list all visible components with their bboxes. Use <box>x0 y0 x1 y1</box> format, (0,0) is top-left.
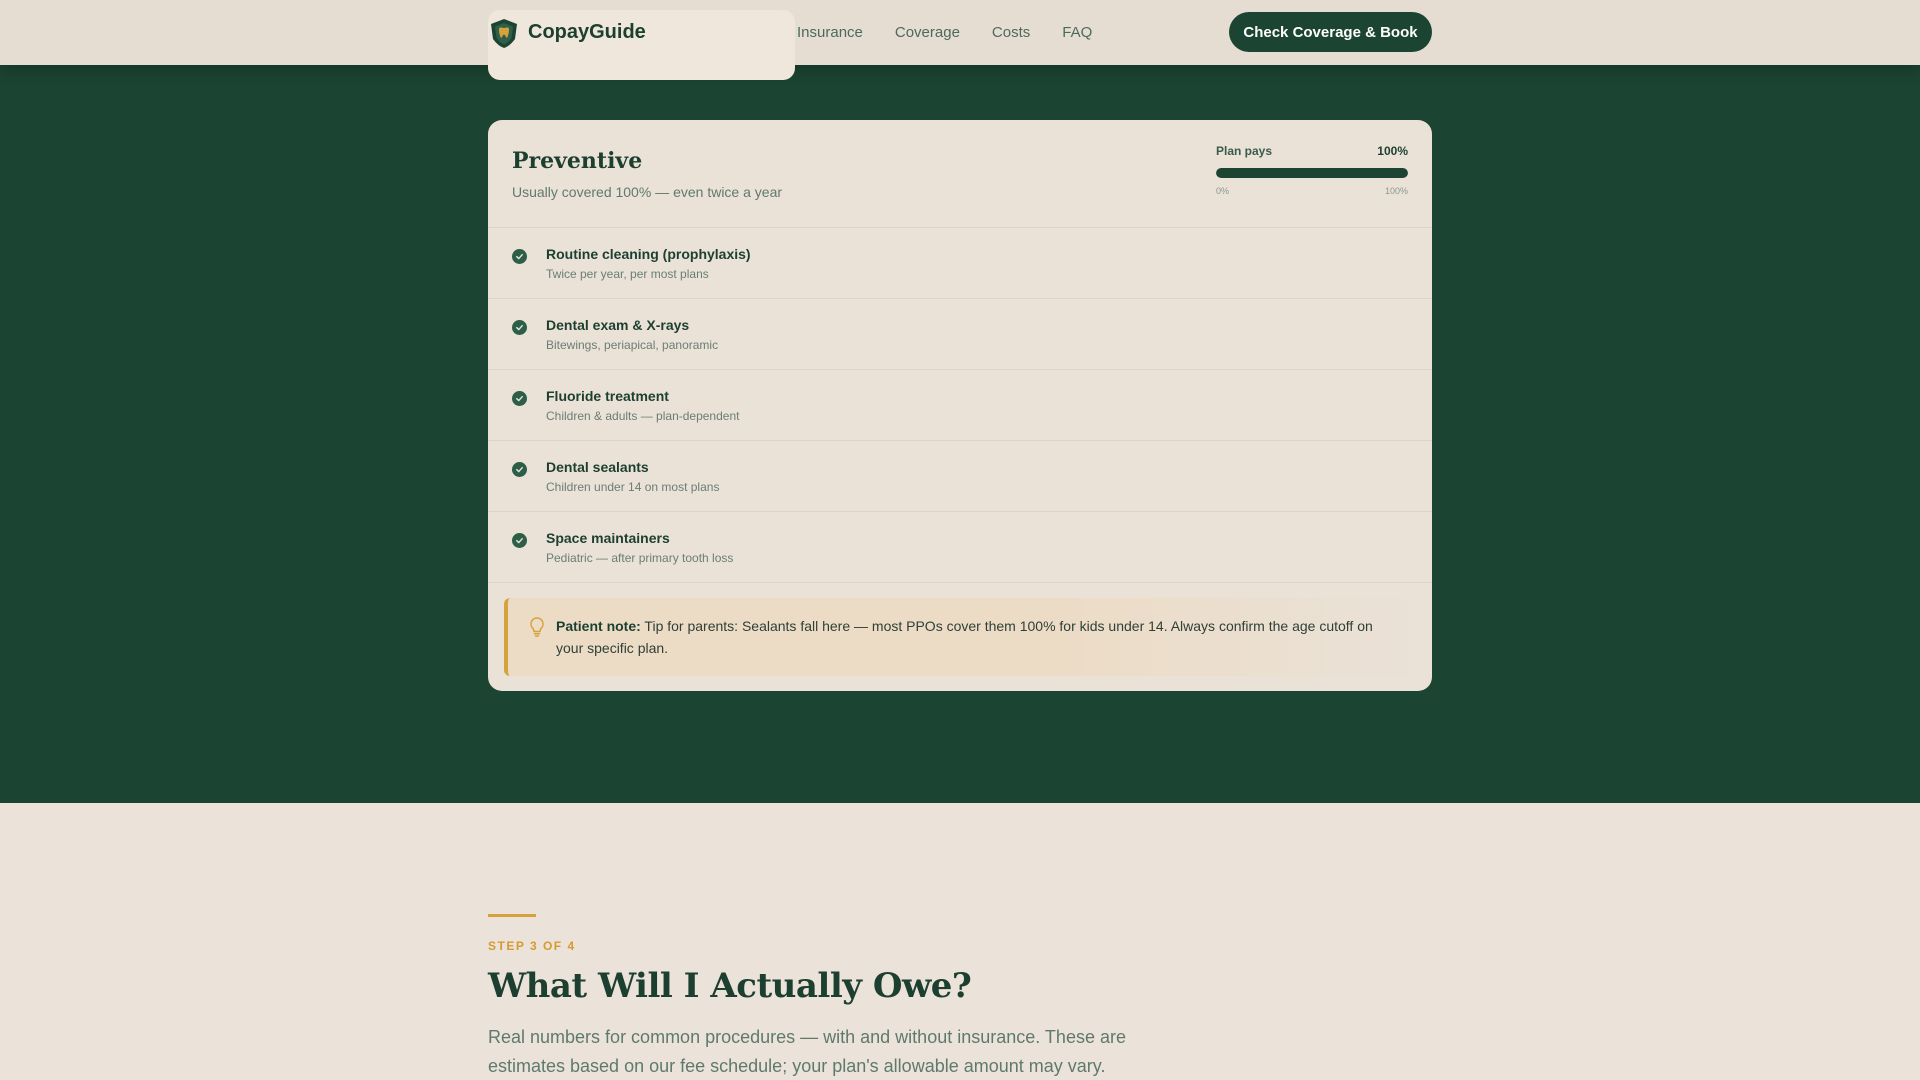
coverage-item-detail: Bitewings, periapical, panoramic <box>546 338 719 352</box>
patient-note: Patient note: Tip for parents: Sealants … <box>504 598 1416 676</box>
nav-link-costs[interactable]: Costs <box>992 24 1030 41</box>
patient-note-text: Patient note: Tip for parents: Sealants … <box>556 615 1392 659</box>
check-circle-icon <box>512 533 527 548</box>
shield-tooth-logo-icon <box>491 18 517 48</box>
meter-scale-min: 0% <box>1216 186 1230 196</box>
brand-logo[interactable]: CopayGuide <box>488 17 646 49</box>
coverage-item-detail: Children under 14 on most plans <box>546 480 720 494</box>
main-nav: Insurance Coverage Costs FAQ <box>797 0 1124 65</box>
coverage-item-detail: Children & adults — plan-dependent <box>546 409 740 423</box>
coverage-item-space-maintainers: Space maintainers Pediatric — after prim… <box>488 512 1432 583</box>
step-section: STEP 3 OF 4 What Will I Actually Owe? Re… <box>0 803 1920 1080</box>
section-heading: What Will I Actually Owe? <box>488 966 972 1006</box>
meter-fill <box>1216 168 1408 178</box>
coverage-item-title: Routine cleaning (prophylaxis) <box>546 246 751 262</box>
coverage-item-cleaning: Routine cleaning (prophylaxis) Twice per… <box>488 228 1432 299</box>
preventive-coverage-card: Preventive Usually covered 100% — even t… <box>488 120 1432 691</box>
coverage-item-sealants: Dental sealants Children under 14 on mos… <box>488 441 1432 512</box>
nav-link-coverage[interactable]: Coverage <box>895 24 960 41</box>
coverage-item-exam-xrays: Dental exam & X-rays Bitewings, periapic… <box>488 299 1432 370</box>
patient-note-body: Tip for parents: Sealants fall here — mo… <box>556 618 1373 656</box>
coverage-item-fluoride: Fluoride treatment Children & adults — p… <box>488 370 1432 441</box>
meter-scale-max: 100% <box>1384 186 1408 196</box>
coverage-item-title: Fluoride treatment <box>546 388 669 404</box>
coverage-item-title: Dental exam & X-rays <box>546 317 690 333</box>
check-coverage-book-button[interactable]: Check Coverage & Book <box>1229 12 1432 52</box>
check-circle-icon <box>512 462 527 477</box>
nav-link-insurance[interactable]: Insurance <box>797 24 863 41</box>
check-circle-icon <box>512 391 527 406</box>
patient-note-label: Patient note: <box>556 618 641 634</box>
nav-link-faq[interactable]: FAQ <box>1062 24 1092 41</box>
meter-value: 100% <box>1377 144 1408 158</box>
card-header: Preventive Usually covered 100% — even t… <box>488 120 1432 228</box>
coverage-item-title: Dental sealants <box>546 459 649 475</box>
section-lead: Real numbers for common procedures — wit… <box>488 1027 1126 1076</box>
lightbulb-icon <box>530 617 544 637</box>
meter-label: Plan pays <box>1216 144 1273 158</box>
check-circle-icon <box>512 249 527 264</box>
coverage-item-title: Space maintainers <box>546 530 670 546</box>
brand-name: CopayGuide <box>528 21 646 43</box>
coverage-item-detail: Pediatric — after primary tooth loss <box>546 551 734 565</box>
meter-track <box>1216 168 1408 178</box>
header-bar: CopayGuide Insurance Coverage Costs FAQ … <box>488 0 1432 65</box>
check-circle-icon <box>512 320 527 335</box>
section-accent-rule <box>488 914 536 917</box>
step-eyebrow: STEP 3 OF 4 <box>488 939 576 953</box>
coverage-item-detail: Twice per year, per most plans <box>546 267 709 281</box>
plan-pays-meter: Plan pays 100% 0% 100% <box>1216 144 1408 196</box>
